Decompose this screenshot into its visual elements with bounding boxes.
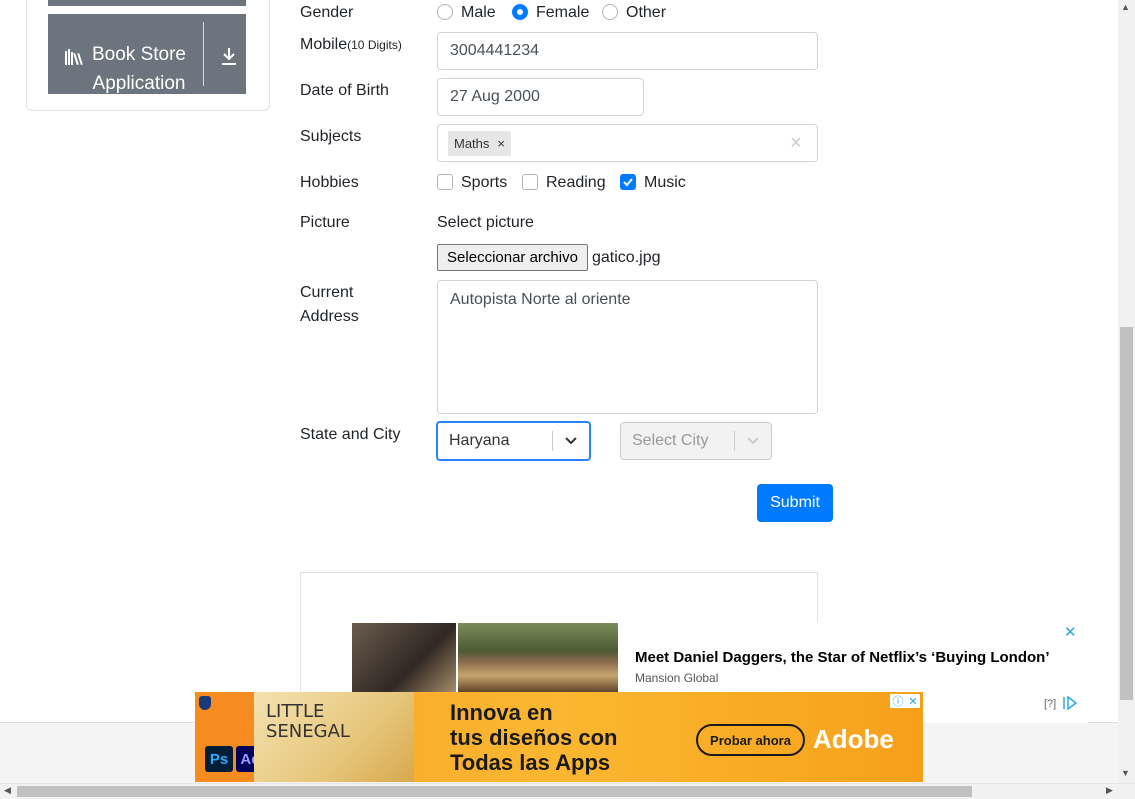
- scroll-down-arrow-icon[interactable]: ▼: [1121, 768, 1130, 778]
- mobile-label-text: Mobile: [300, 36, 348, 53]
- hobby-sports-label[interactable]: Sports: [461, 171, 507, 195]
- mobile-input[interactable]: 3004441234: [437, 32, 818, 70]
- chip-remove-icon[interactable]: ×: [497, 136, 505, 151]
- dob-input[interactable]: 27 Aug 2000: [437, 78, 644, 116]
- gender-male-radio[interactable]: [437, 4, 453, 20]
- hobby-reading-checkbox[interactable]: [522, 174, 538, 190]
- ad-help-link[interactable]: [?]: [1044, 698, 1056, 710]
- ad-image-person: [352, 623, 456, 693]
- hobby-sports-checkbox[interactable]: [437, 174, 453, 190]
- address-textarea[interactable]: Autopista Norte al oriente: [437, 280, 818, 414]
- state-select[interactable]: Haryana: [436, 421, 591, 461]
- mobile-label: Mobile(10 Digits): [300, 33, 402, 57]
- try-now-button[interactable]: Probar ahora: [696, 724, 805, 756]
- scroll-left-arrow-icon[interactable]: ◀: [4, 785, 11, 796]
- submit-button[interactable]: Submit: [757, 484, 833, 522]
- ad-info-controls[interactable]: ⓘ ✕: [890, 694, 920, 708]
- banner-headline-2: tus diseños con: [450, 725, 618, 750]
- ad-source: Mansion Global: [635, 671, 719, 685]
- gender-female-label[interactable]: Female: [536, 1, 589, 25]
- hobby-music-checkbox[interactable]: [620, 174, 636, 190]
- chevron-down-icon[interactable]: [735, 423, 771, 459]
- hobby-music-label[interactable]: Music: [644, 171, 686, 195]
- gender-male-label[interactable]: Male: [461, 1, 496, 25]
- adchoices-icon[interactable]: [1062, 696, 1078, 710]
- download-icon[interactable]: [220, 46, 238, 66]
- subject-chip-label: Maths: [454, 136, 490, 151]
- dob-label: Date of Birth: [300, 82, 389, 99]
- banner-poster-image: LITTLE SENEGAL: [254, 692, 414, 782]
- banner-headline-3: Todas las Apps: [450, 750, 611, 775]
- gender-female-radio[interactable]: [512, 4, 528, 20]
- mobile-hint: (10 Digits): [347, 38, 402, 52]
- gender-other-label[interactable]: Other: [626, 1, 666, 25]
- scroll-up-arrow-icon[interactable]: ▲: [1121, 2, 1130, 12]
- sidebar-divider: [203, 22, 204, 86]
- address-label-line2: Address: [300, 308, 359, 325]
- address-value: Autopista Norte al oriente: [450, 291, 631, 308]
- picture-hint: Select picture: [437, 214, 534, 231]
- gender-other-radio[interactable]: [602, 4, 618, 20]
- selected-file-name: gatico.jpg: [592, 249, 661, 266]
- subjects-label: Subjects: [300, 128, 362, 145]
- ad-image-house: [458, 623, 618, 693]
- ad-title[interactable]: Meet Daniel Daggers, the Star of Netflix…: [635, 649, 1050, 666]
- close-ad-icon[interactable]: ✕: [908, 695, 917, 708]
- sidebar-item-book-store[interactable]: Book Store Application: [48, 14, 246, 94]
- chevron-down-icon[interactable]: [553, 423, 589, 459]
- city-select[interactable]: Select City: [620, 422, 772, 460]
- hobbies-label: Hobbies: [300, 174, 359, 191]
- close-icon[interactable]: ✕: [1064, 623, 1077, 641]
- picture-label: Picture: [300, 214, 350, 231]
- dob-value: 27 Aug 2000: [450, 88, 540, 105]
- sidebar-item-previous[interactable]: [48, 0, 246, 6]
- clear-subjects-icon[interactable]: ×: [790, 131, 802, 155]
- city-placeholder: Select City: [632, 432, 709, 449]
- state-city-label: State and City: [300, 426, 401, 443]
- gender-label: Gender: [300, 4, 354, 21]
- scroll-right-arrow-icon[interactable]: ▶: [1106, 785, 1113, 796]
- vertical-scroll-thumb[interactable]: [1120, 327, 1133, 700]
- poster-title-line1: LITTLE: [266, 701, 325, 722]
- adobe-logo: Adobe: [813, 724, 894, 754]
- hobby-reading-label[interactable]: Reading: [546, 171, 606, 195]
- horizontal-scroll-thumb[interactable]: [17, 786, 972, 797]
- choose-file-button[interactable]: Seleccionar archivo: [437, 244, 588, 271]
- info-icon[interactable]: ⓘ: [892, 693, 903, 709]
- check-icon: [623, 178, 633, 187]
- adobe-banner-ad[interactable]: Ps Ae LITTLE SENEGAL Innova en tus diseñ…: [195, 692, 923, 782]
- poster-title-line2: SENEGAL: [266, 721, 350, 742]
- subject-chip: Maths ×: [448, 131, 511, 156]
- sidebar-item-label: Book Store Application: [92, 44, 186, 94]
- state-value: Haryana: [449, 432, 510, 449]
- mobile-value: 3004441234: [450, 42, 539, 59]
- address-label-line1: Current: [300, 284, 354, 301]
- banner-headline-1: Innova en: [450, 700, 553, 725]
- shield-icon: [199, 696, 211, 710]
- photoshop-icon: Ps: [205, 746, 233, 772]
